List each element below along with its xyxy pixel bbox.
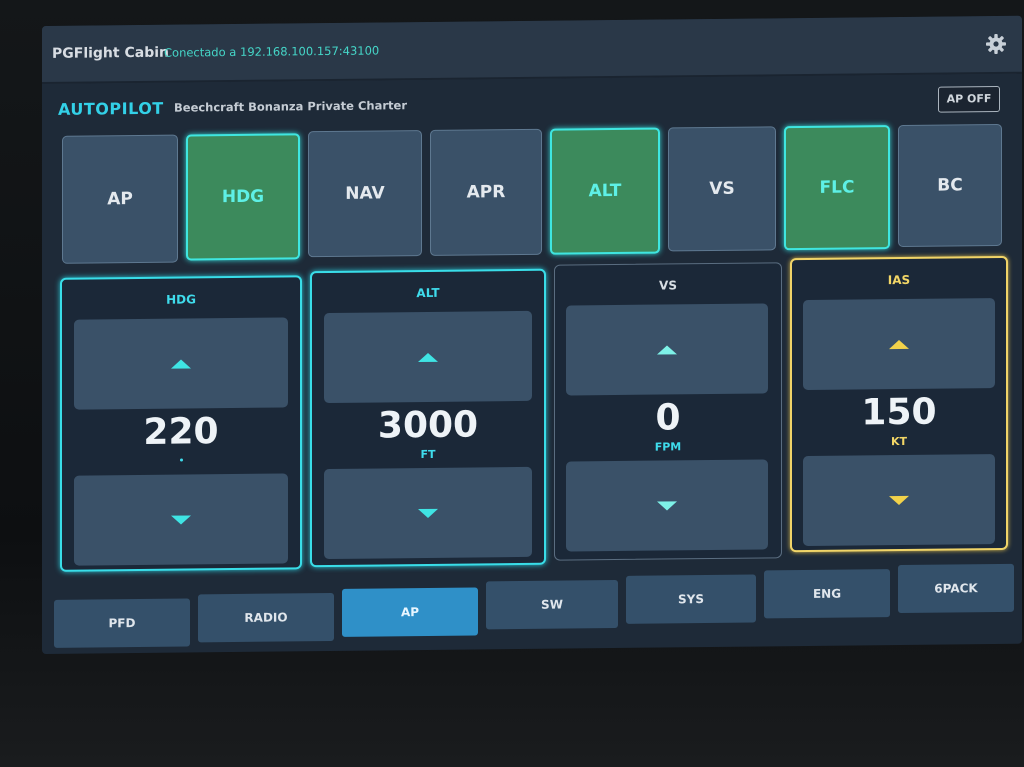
- hdg-panel-label: HDG: [166, 292, 196, 307]
- device-bezel: PGFlight Cabin Conectado a 192.168.100.1…: [0, 0, 1024, 767]
- alt-decrease-button[interactable]: [324, 466, 532, 560]
- mode-nav-button[interactable]: NAV: [308, 130, 422, 258]
- chevron-down-icon: [889, 495, 909, 505]
- alt-panel-label: ALT: [416, 285, 440, 301]
- alt-value: 3000: [377, 404, 479, 447]
- tab-eng[interactable]: ENG: [764, 569, 890, 619]
- ias-panel-label: IAS: [887, 272, 911, 288]
- top-bar: PGFlight Cabin Conectado a 192.168.100.1…: [42, 15, 1022, 84]
- ias-decrease-button[interactable]: [803, 454, 995, 547]
- connection-status: Conectado a 192.168.100.157:43100: [164, 43, 380, 60]
- tab-pfd[interactable]: PFD: [54, 598, 190, 648]
- gear-icon[interactable]: [984, 32, 1008, 56]
- mode-alt-button[interactable]: ALT: [550, 127, 660, 255]
- autopilot-title: AUTOPILOT: [58, 98, 164, 119]
- mode-flc-button[interactable]: FLC: [784, 125, 890, 251]
- chevron-up-icon: [418, 352, 438, 362]
- app-screen: PGFlight Cabin Conectado a 192.168.100.1…: [42, 15, 1022, 655]
- degree-unit: [180, 458, 183, 462]
- vs-panel-label: VS: [659, 278, 677, 293]
- hdg-decrease-button[interactable]: [74, 473, 288, 566]
- alt-unit: FT: [420, 447, 436, 462]
- vs-decrease-button[interactable]: [566, 459, 768, 552]
- tab-ap[interactable]: AP: [342, 587, 478, 637]
- chevron-down-icon: [418, 508, 438, 518]
- autopilot-header: AUTOPILOT Beechcraft Bonanza Private Cha…: [42, 74, 1022, 132]
- chevron-down-icon: [657, 500, 677, 511]
- vs-value: 0: [655, 397, 681, 439]
- bottom-tabs: PFD RADIO AP SW SYS ENG 6PACK: [54, 563, 1014, 648]
- mode-apr-button[interactable]: APR: [430, 128, 542, 256]
- ias-unit: KT: [890, 434, 908, 449]
- tab-6pack[interactable]: 6PACK: [898, 563, 1014, 614]
- tab-sw[interactable]: SW: [486, 579, 618, 630]
- alt-panel: ALT 3000 FT: [310, 268, 546, 568]
- chevron-up-icon: [889, 339, 909, 349]
- alt-increase-button[interactable]: [324, 310, 532, 404]
- chevron-down-icon: [171, 514, 191, 525]
- hdg-increase-button[interactable]: [74, 317, 288, 410]
- aircraft-name: Beechcraft Bonanza Private Charter: [174, 98, 408, 115]
- vs-unit: FPM: [654, 440, 682, 454]
- mode-ap-button[interactable]: AP: [62, 134, 178, 264]
- mode-vs-button[interactable]: VS: [668, 126, 776, 252]
- vs-increase-button[interactable]: [566, 303, 768, 396]
- vs-panel: VS 0 FPM: [554, 262, 782, 561]
- hdg-panel: HDG 220: [60, 275, 302, 572]
- ias-panel: IAS 150 KT: [790, 255, 1008, 553]
- ias-value: 150: [861, 391, 937, 434]
- mode-buttons: AP HDG NAV APR ALT VS FLC BC: [62, 123, 1002, 266]
- chevron-up-icon: [171, 358, 191, 369]
- tab-sys[interactable]: SYS: [626, 574, 756, 624]
- mode-hdg-button[interactable]: HDG: [186, 133, 300, 261]
- chevron-up-icon: [657, 344, 677, 355]
- tab-radio[interactable]: RADIO: [198, 592, 334, 643]
- app-title: PGFlight Cabin: [52, 44, 169, 62]
- ap-off-button[interactable]: AP OFF: [938, 85, 1000, 113]
- mode-bc-button[interactable]: BC: [898, 123, 1002, 248]
- ias-increase-button[interactable]: [803, 298, 995, 391]
- hdg-value: 220: [143, 411, 219, 453]
- adjust-panels: HDG 220 ALT 3000 FT VS 0 FPM IAS 150 KT: [60, 255, 1010, 574]
